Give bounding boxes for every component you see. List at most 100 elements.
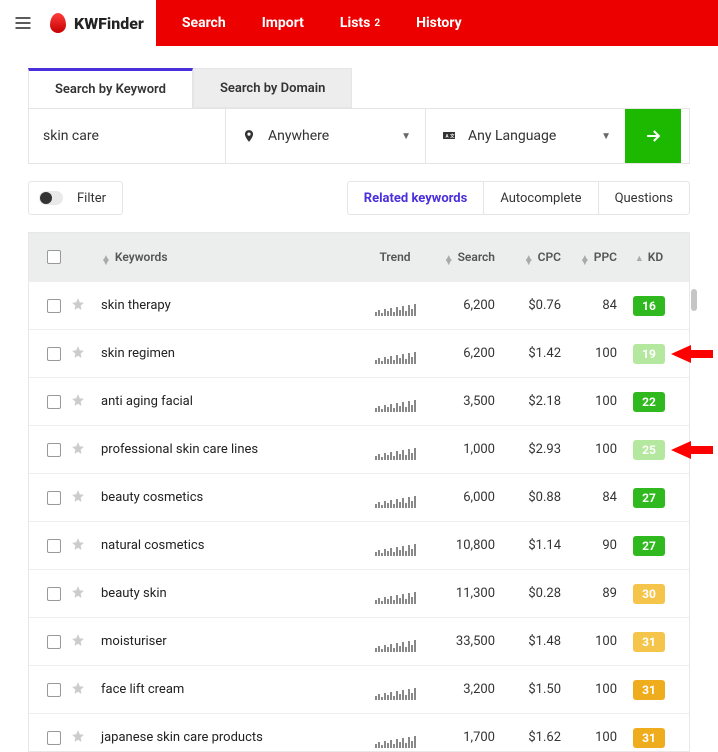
annotation-arrow-icon xyxy=(671,345,713,363)
row-keyword[interactable]: beauty cosmetics xyxy=(97,490,367,505)
chevron-down-icon: ▼ xyxy=(401,131,411,142)
row-kd: 27 xyxy=(617,536,681,556)
row-checkbox[interactable] xyxy=(47,539,61,553)
row-checkbox[interactable] xyxy=(47,395,61,409)
search-row: Anywhere ▼ A文 Any Language ▼ xyxy=(28,108,690,164)
header-trend-label: Trend xyxy=(379,250,410,264)
table-body: skin therapy6,200$0.768416skin regimen6,… xyxy=(29,281,689,751)
header-cpc[interactable]: ▲▼CPC xyxy=(495,250,561,265)
header-search[interactable]: ▲▼Search xyxy=(423,250,495,265)
row-checkbox[interactable] xyxy=(47,731,61,745)
tab-search-by-domain[interactable]: Search by Domain xyxy=(193,68,352,108)
star-icon xyxy=(71,633,85,647)
hamburger-menu[interactable] xyxy=(0,0,46,46)
row-favorite[interactable] xyxy=(71,489,97,507)
row-checkbox[interactable] xyxy=(47,299,61,313)
row-keyword[interactable]: skin regimen xyxy=(97,346,367,361)
row-favorite[interactable] xyxy=(71,633,97,651)
header-select-all[interactable] xyxy=(37,250,71,264)
nav-import-label: Import xyxy=(262,15,304,31)
row-search-volume: 10,800 xyxy=(423,538,495,553)
seg-autocomplete[interactable]: Autocomplete xyxy=(483,182,597,214)
row-favorite[interactable] xyxy=(71,345,97,363)
keyword-input[interactable] xyxy=(43,128,211,144)
kd-badge: 22 xyxy=(633,392,665,412)
sort-icon: ▲▼ xyxy=(580,257,590,265)
scrollbar-thumb[interactable] xyxy=(691,289,697,311)
seg-questions-label: Questions xyxy=(615,191,673,206)
row-keyword[interactable]: anti aging facial xyxy=(97,394,367,409)
header-keywords[interactable]: ▲▼Keywords xyxy=(97,250,367,265)
row-kd: 30 xyxy=(617,584,681,604)
row-search-volume: 11,300 xyxy=(423,586,495,601)
row-keyword[interactable]: japanese skin care products xyxy=(97,730,367,745)
row-checkbox[interactable] xyxy=(47,683,61,697)
row-trend xyxy=(367,632,423,652)
header-kd[interactable]: ▲KD xyxy=(617,250,681,264)
topbar: KWFinder Search Import Lists2 History xyxy=(0,0,718,46)
nav-lists[interactable]: Lists2 xyxy=(322,0,398,46)
row-favorite[interactable] xyxy=(71,729,97,747)
row-favorite[interactable] xyxy=(71,681,97,699)
table-row: beauty skin11,300$0.288930 xyxy=(29,569,689,617)
nav-search[interactable]: Search xyxy=(164,0,244,46)
filter-button[interactable]: Filter xyxy=(28,181,123,215)
table-row: moisturiser33,500$1.4810031 xyxy=(29,617,689,665)
row-trend xyxy=(367,488,423,508)
row-search-volume: 3,200 xyxy=(423,682,495,697)
seg-questions[interactable]: Questions xyxy=(598,182,689,214)
row-ppc: 100 xyxy=(561,634,617,649)
header-kd-label: KD xyxy=(648,250,663,264)
tab-search-by-keyword[interactable]: Search by Keyword xyxy=(28,68,193,108)
table-row: japanese skin care products1,700$1.62100… xyxy=(29,713,689,751)
table-row: natural cosmetics10,800$1.149027 xyxy=(29,521,689,569)
table-row: beauty cosmetics6,000$0.888427 xyxy=(29,473,689,521)
table-row: skin regimen6,200$1.4210019 xyxy=(29,329,689,377)
select-all-checkbox[interactable] xyxy=(47,250,61,264)
header-trend[interactable]: Trend xyxy=(367,250,423,264)
kd-badge: 30 xyxy=(633,584,665,604)
language-select[interactable]: A文 Any Language ▼ xyxy=(425,109,625,163)
row-checkbox[interactable] xyxy=(47,587,61,601)
row-trend xyxy=(367,728,423,748)
star-icon xyxy=(71,537,85,551)
row-search-volume: 1,000 xyxy=(423,442,495,457)
row-keyword[interactable]: face lift cream xyxy=(97,682,367,697)
row-favorite[interactable] xyxy=(71,585,97,603)
row-ppc: 100 xyxy=(561,730,617,745)
row-favorite[interactable] xyxy=(71,441,97,459)
row-favorite[interactable] xyxy=(71,297,97,315)
row-favorite[interactable] xyxy=(71,537,97,555)
search-submit-button[interactable] xyxy=(625,109,681,163)
header-ppc[interactable]: ▲▼PPC xyxy=(561,250,617,265)
location-label: Anywhere xyxy=(268,128,391,144)
brand[interactable]: KWFinder xyxy=(46,0,156,46)
top-nav: Search Import Lists2 History xyxy=(156,0,718,46)
row-search-volume: 6,000 xyxy=(423,490,495,505)
language-label: Any Language xyxy=(468,128,591,144)
row-keyword[interactable]: skin therapy xyxy=(97,298,367,313)
row-cpc: $1.14 xyxy=(495,538,561,553)
location-select[interactable]: Anywhere ▼ xyxy=(225,109,425,163)
header-search-label: Search xyxy=(458,250,495,264)
row-kd: 27 xyxy=(617,488,681,508)
stage: Search by Keyword Search by Domain Anywh… xyxy=(0,46,718,752)
row-search-volume: 1,700 xyxy=(423,730,495,745)
row-favorite[interactable] xyxy=(71,393,97,411)
row-keyword[interactable]: moisturiser xyxy=(97,634,367,649)
keyword-type-segment: Related keywords Autocomplete Questions xyxy=(347,181,690,215)
row-checkbox[interactable] xyxy=(47,443,61,457)
row-checkbox[interactable] xyxy=(47,347,61,361)
row-checkbox[interactable] xyxy=(47,635,61,649)
row-keyword[interactable]: natural cosmetics xyxy=(97,538,367,553)
row-trend xyxy=(367,680,423,700)
row-trend xyxy=(367,392,423,412)
row-cpc: $2.18 xyxy=(495,394,561,409)
seg-related-keywords[interactable]: Related keywords xyxy=(348,182,484,214)
row-keyword[interactable]: professional skin care lines xyxy=(97,442,367,457)
row-checkbox[interactable] xyxy=(47,491,61,505)
row-keyword[interactable]: beauty skin xyxy=(97,586,367,601)
nav-import[interactable]: Import xyxy=(244,0,322,46)
tab-domain-label: Search by Domain xyxy=(220,81,325,96)
nav-history[interactable]: History xyxy=(398,0,480,46)
